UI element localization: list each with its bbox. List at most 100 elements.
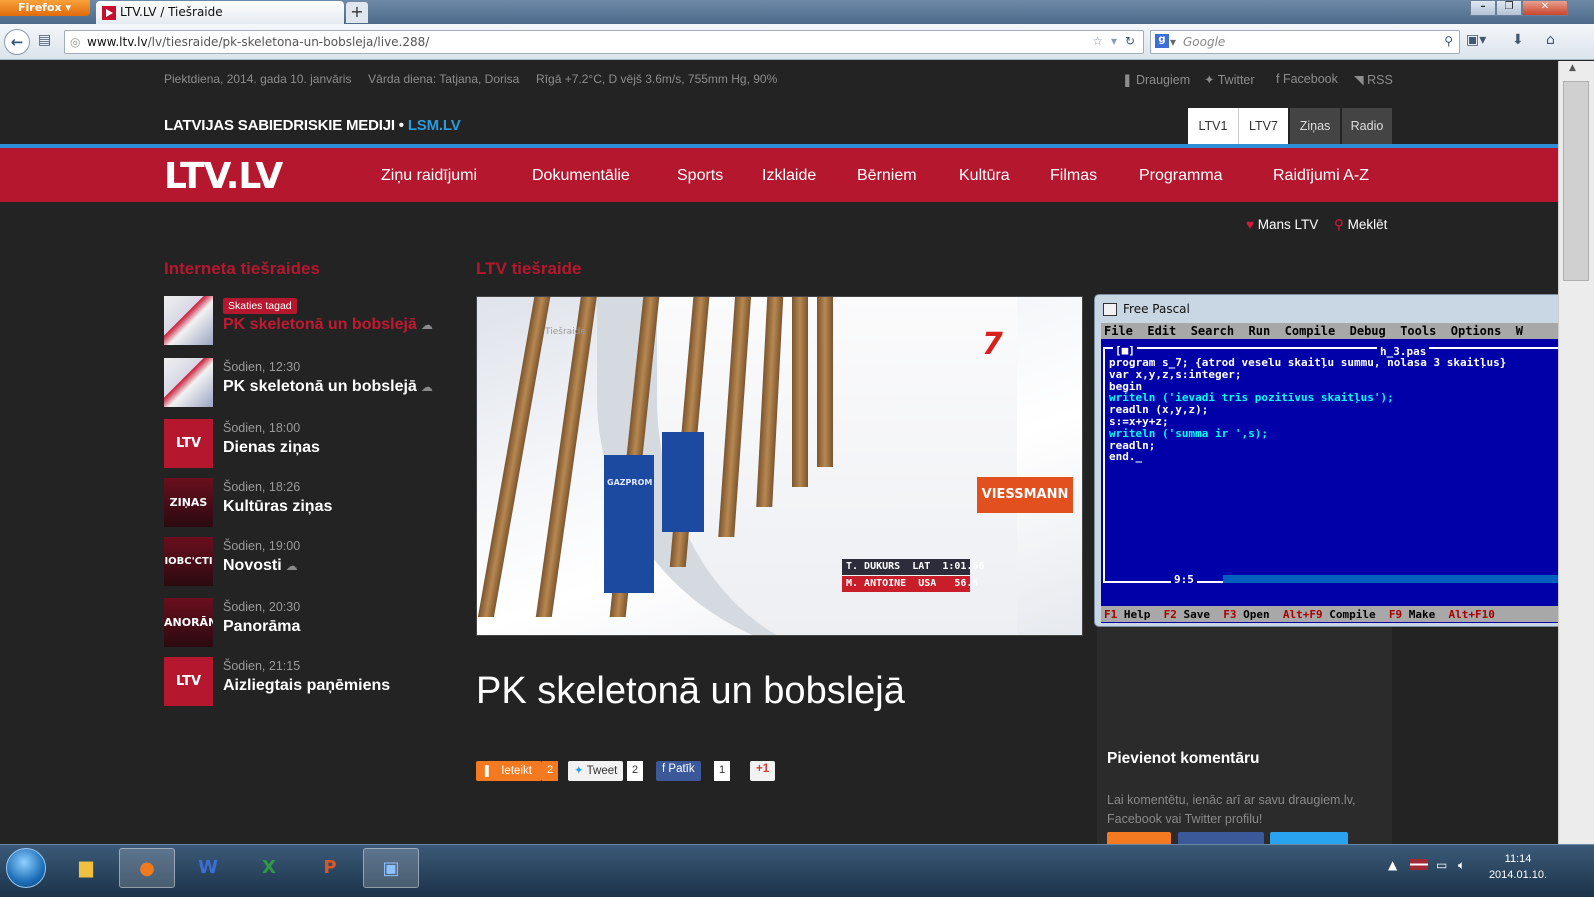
status-label: Open	[1243, 608, 1270, 621]
tweet-count: 2	[627, 761, 644, 781]
search-icon[interactable]: ⚲	[1444, 34, 1453, 48]
close-window-button[interactable]: ✕	[1522, 0, 1568, 16]
url-bar[interactable]: ◎ www.ltv.lv/lv/tiesraide/pk-skeletona-u…	[64, 30, 1144, 54]
screen: Firefox ▾ LTV.LV / Tiešraide + – ❐ ✕ ← ▤…	[0, 0, 1594, 897]
free-pascal-icon	[1103, 303, 1117, 316]
item-title: PK skeletonā un bobslejā ☁	[223, 316, 433, 334]
video-player[interactable]: GAZPROM VIESSMANN 7 Tiešraide T. DUKURS …	[476, 296, 1083, 636]
ltv-favicon-icon	[102, 6, 116, 20]
code-editor[interactable]: program s_7; {atrod veselu skaitļu summu…	[1109, 357, 1506, 463]
free-pascal-window[interactable]: Free Pascal File Edit Search Run Compile…	[1094, 294, 1574, 627]
home-icon[interactable]: ⌂	[1546, 32, 1555, 48]
tab-zinas[interactable]: Ziņas	[1290, 108, 1340, 144]
lsm-text: LATVIJAS SABIEDRISKIE MEDIJI •	[164, 117, 404, 134]
list-item[interactable]: LTV Šodien, 21:15 Aizliegtais paņēmiens	[164, 657, 454, 707]
draugiem-count: 2	[542, 761, 559, 781]
dropdown-arrow-icon[interactable]: ▾	[1111, 34, 1117, 48]
nav-item-programma[interactable]: Programma	[1139, 167, 1223, 185]
thumbnail: LTV	[164, 657, 213, 706]
social-twitter-link[interactable]: ✦ Twitter	[1204, 72, 1255, 87]
firefox-menu-button[interactable]: Firefox ▾	[0, 0, 90, 16]
firefox-label: Firefox	[18, 1, 62, 14]
comment-heading: Pievienot komentāru	[1107, 750, 1260, 767]
editor-horizontal-scrollbar[interactable]	[1223, 575, 1573, 583]
nav-item-filmas[interactable]: Filmas	[1050, 167, 1097, 185]
lsm-link[interactable]: LSM.LV	[408, 117, 461, 134]
list-item[interactable]: IOBC'CTI Šodien, 19:00 Novosti ☁	[164, 537, 454, 587]
draugiem-share-button[interactable]: ❚ Ieteikt	[476, 761, 542, 781]
nav-item-zinu-raidijumi[interactable]: Ziņu raidījumi	[381, 167, 477, 185]
free-pascal-taskbar-icon[interactable]: ▣	[363, 848, 419, 888]
tab-ltv7[interactable]: LTV7	[1238, 108, 1288, 144]
mans-ltv-link[interactable]: ♥ Mans LTV	[1246, 217, 1318, 232]
social-rss-link[interactable]: ◥ RSS	[1354, 72, 1393, 87]
nav-item-izklaide[interactable]: Izklaide	[762, 167, 816, 185]
firefox-taskbar-icon[interactable]: ●	[119, 848, 175, 888]
like-count: 1	[714, 761, 731, 781]
pascal-menu-bar[interactable]: File Edit Search Run Compile Debug Tools…	[1101, 323, 1573, 339]
comment-text: Lai komentētu, ienāc arī ar savu draugie…	[1107, 793, 1356, 826]
item-time: Šodien, 18:26	[223, 480, 301, 494]
tweet-button[interactable]: ✦ Tweet	[568, 761, 624, 781]
new-tab-button[interactable]: +	[346, 2, 368, 23]
item-time: Šodien, 12:30	[223, 360, 301, 374]
item-time: Šodien, 21:15	[223, 659, 301, 673]
excel-taskbar-icon[interactable]: X	[241, 848, 297, 888]
nav-item-raidijumi-az[interactable]: Raidījumi A-Z	[1273, 167, 1369, 185]
facebook-like-button[interactable]: f Patīk	[656, 761, 701, 781]
page-scrollbar[interactable]: ▲	[1558, 61, 1594, 844]
item-title: Kultūras ziņas	[223, 498, 333, 515]
network-icon[interactable]: ▭	[1436, 858, 1447, 872]
tab-ltv1[interactable]: LTV1	[1188, 108, 1238, 144]
gplus-button[interactable]: +1	[750, 761, 776, 781]
globe-icon: ◎	[70, 35, 81, 49]
code-line: var x,y,z,s:integer;	[1109, 367, 1242, 381]
ltv-logo[interactable]: LTV.LV	[164, 156, 283, 197]
bookmark-star-icon[interactable]: ☆	[1092, 34, 1103, 48]
minimize-button[interactable]: –	[1470, 0, 1496, 16]
reload-icon[interactable]: ↻	[1125, 34, 1135, 48]
list-item[interactable]: LTV Šodien, 18:00 Dienas ziņas	[164, 419, 454, 469]
status-key: F9	[1388, 608, 1403, 621]
social-facebook-link[interactable]: f Facebook	[1276, 72, 1338, 86]
scroll-up-arrow-icon[interactable]: ▲	[1569, 63, 1576, 73]
explorer-taskbar-icon[interactable]: ▆	[58, 848, 114, 888]
search-bar[interactable]: g ▾ Google ⚲	[1150, 30, 1460, 54]
start-button[interactable]	[6, 848, 46, 888]
list-item[interactable]: Skaties tagad PK skeletonā un bobslejā ☁	[164, 296, 454, 346]
tab-radio[interactable]: Radio	[1342, 108, 1392, 144]
system-clock[interactable]: 11:14 2014.01.10.	[1478, 851, 1558, 883]
cloud-icon: ☁	[420, 318, 433, 332]
search-link[interactable]: ⚲ Meklēt	[1334, 217, 1387, 233]
list-item[interactable]: Šodien, 12:30 PK skeletonā un bobslejā ☁	[164, 358, 454, 408]
list-item[interactable]: ANORĀN Šodien, 20:30 Panorāma	[164, 598, 454, 648]
pascal-status-bar[interactable]: F1 Help F2 Save F3 Open Alt+F9 Compile F…	[1101, 606, 1573, 622]
search-engine-dropdown-icon[interactable]: ▾	[1170, 35, 1176, 49]
downloads-icon[interactable]: ⬇	[1512, 32, 1524, 48]
show-hidden-icons-icon[interactable]: ▲	[1388, 858, 1397, 872]
bookmarks-icon[interactable]: ▣▾	[1466, 32, 1486, 48]
heart-icon: ♥	[1246, 217, 1255, 232]
date-info-line: Piektdiena, 2014. gada 10. janvāris Vārd…	[164, 72, 777, 86]
date-text: Piektdiena, 2014. gada 10. janvāris	[164, 72, 352, 86]
scroll-thumb[interactable]	[1563, 81, 1589, 281]
volume-icon[interactable]: 🔈︎	[1458, 858, 1465, 873]
back-button[interactable]: ←	[4, 29, 30, 55]
powerpoint-taskbar-icon[interactable]: P	[302, 848, 358, 888]
live-now-badge: Skaties tagad	[223, 298, 297, 314]
nav-item-berniem[interactable]: Bērniem	[857, 167, 917, 185]
social-draugiem-link[interactable]: ❚ Draugiem	[1122, 72, 1190, 87]
browser-tab-active[interactable]: LTV.LV / Tiešraide	[96, 1, 344, 24]
tab-title: LTV.LV / Tiešraide	[120, 5, 223, 19]
language-flag-icon[interactable]	[1410, 859, 1428, 870]
word-taskbar-icon[interactable]: W	[180, 848, 236, 888]
status-label: Compile	[1329, 608, 1376, 621]
nav-item-dokumentalie[interactable]: Dokumentālie	[532, 167, 630, 185]
page-identity-icon[interactable]: ▤	[38, 32, 51, 48]
nav-item-sports[interactable]: Sports	[677, 167, 723, 185]
thumbnail: LTV	[164, 419, 213, 468]
nav-item-kultura[interactable]: Kultūra	[959, 167, 1010, 185]
track-post	[477, 297, 553, 617]
list-item[interactable]: ZIŅAS Šodien, 18:26 Kultūras ziņas	[164, 478, 454, 528]
restore-button[interactable]: ❐	[1496, 0, 1522, 16]
